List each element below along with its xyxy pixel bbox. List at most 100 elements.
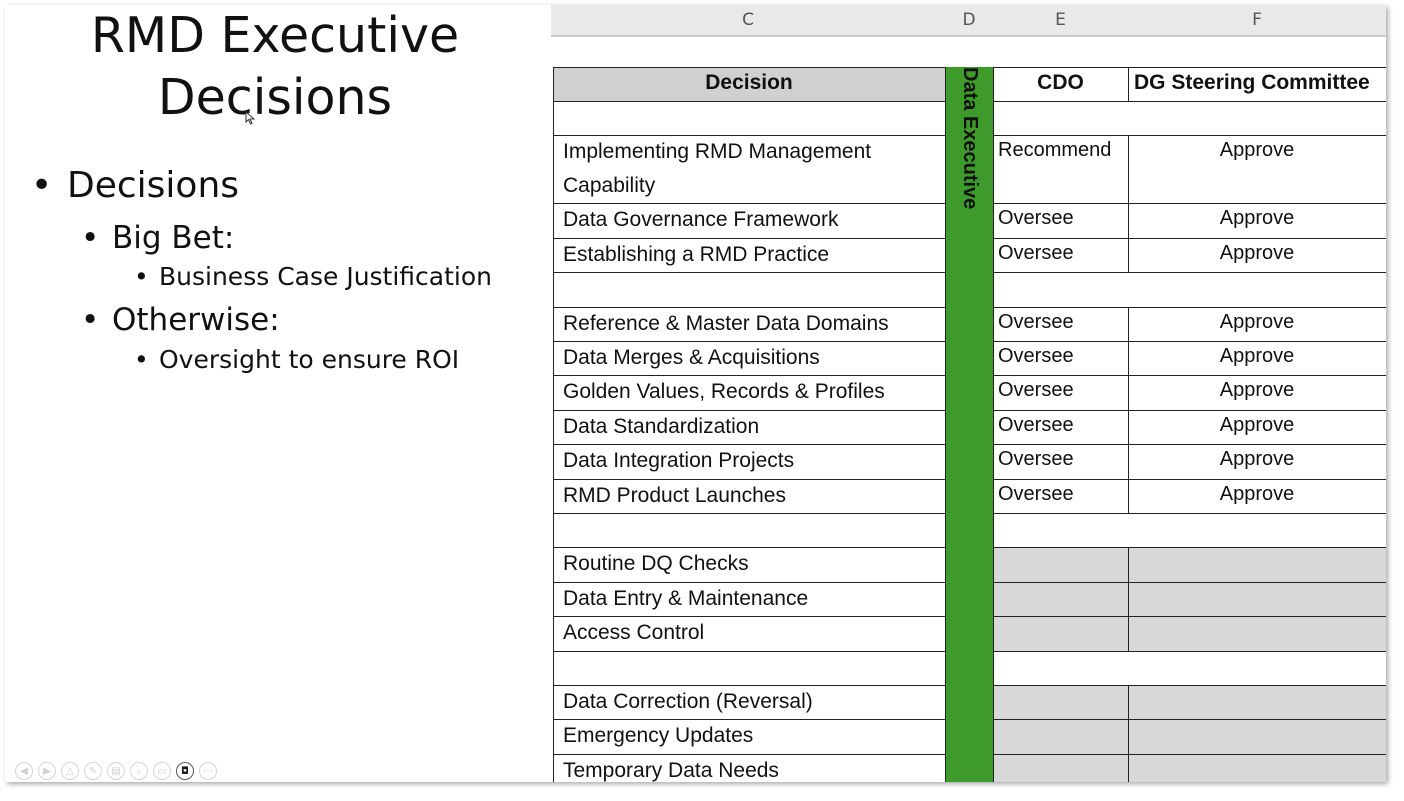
table-row-dg[interactable]: Approve bbox=[1128, 444, 1386, 478]
grid-line-horizontal bbox=[993, 341, 1386, 342]
table-row-cdo[interactable] bbox=[993, 272, 1128, 306]
table-row-decision[interactable]: RMD Product Launches bbox=[553, 479, 945, 513]
bullet-level-1: • Decisions bbox=[31, 165, 239, 206]
table-row-decision[interactable]: Golden Values, Records & Profiles bbox=[553, 375, 945, 409]
table-row-cdo[interactable]: Oversee bbox=[993, 410, 1128, 444]
pen-icon[interactable]: △ bbox=[61, 762, 79, 780]
table-row-dg[interactable] bbox=[1128, 272, 1386, 306]
column-header-d[interactable]: D bbox=[945, 5, 994, 37]
table-row-cdo[interactable] bbox=[993, 582, 1128, 616]
table-row-cdo[interactable] bbox=[993, 616, 1128, 650]
table-row-dg[interactable] bbox=[1128, 582, 1386, 616]
table-row-decision[interactable]: Access Control bbox=[553, 616, 945, 650]
grid-line-horizontal bbox=[993, 581, 1386, 583]
grid-line-vertical bbox=[1128, 135, 1129, 204]
grid-line-horizontal bbox=[553, 513, 945, 514]
table-row-dg[interactable] bbox=[1128, 513, 1386, 547]
table-row-cdo[interactable] bbox=[993, 101, 1128, 135]
table-row-decision[interactable]: Reference & Master Data Domains bbox=[553, 307, 945, 341]
grid-line-horizontal bbox=[993, 753, 1386, 755]
table-row-dg[interactable] bbox=[1128, 616, 1386, 650]
table-row-cdo[interactable] bbox=[993, 513, 1128, 547]
table-row-decision[interactable]: Data Standardization bbox=[553, 410, 945, 444]
table-row-cdo[interactable]: Oversee bbox=[993, 479, 1128, 513]
table-row-cdo[interactable] bbox=[993, 754, 1128, 782]
grid-line-horizontal bbox=[993, 616, 1386, 618]
grid-line-vertical bbox=[945, 67, 946, 782]
slides-icon[interactable]: ▤ bbox=[107, 762, 125, 780]
table-row-dg[interactable] bbox=[1128, 101, 1386, 135]
camera-icon[interactable]: ◘ bbox=[176, 762, 194, 780]
subtitles-icon[interactable]: ▭ bbox=[153, 762, 171, 780]
header-cdo[interactable]: CDO bbox=[993, 67, 1128, 101]
laser-icon[interactable]: ✎ bbox=[84, 762, 102, 780]
grid-line-vertical bbox=[1128, 753, 1129, 782]
grid-line-horizontal bbox=[993, 719, 1386, 721]
table-row-cdo[interactable]: Oversee bbox=[993, 444, 1128, 478]
table-row-dg[interactable]: Approve bbox=[1128, 375, 1386, 409]
table-row-dg[interactable] bbox=[1128, 685, 1386, 719]
table-row-dg[interactable] bbox=[1128, 719, 1386, 753]
table-row-dg[interactable]: Approve bbox=[1128, 307, 1386, 341]
grid-line-vertical bbox=[1128, 409, 1129, 445]
column-header-e[interactable]: E bbox=[993, 5, 1129, 37]
table-row-cdo[interactable]: Oversee bbox=[993, 375, 1128, 409]
grid-line-vertical bbox=[1128, 306, 1129, 341]
table-row-cdo[interactable]: Oversee bbox=[993, 341, 1128, 375]
header-decision[interactable]: Decision bbox=[553, 67, 945, 101]
table-row-decision[interactable]: Emergency Updates bbox=[553, 719, 945, 753]
table-row-dg[interactable] bbox=[1128, 754, 1386, 782]
table-row-decision[interactable]: Data Correction (Reversal) bbox=[553, 685, 945, 719]
table-row-cdo[interactable]: Oversee bbox=[993, 238, 1128, 272]
column-header-f[interactable]: F bbox=[1128, 5, 1386, 37]
header-dg-steering-committee[interactable]: DG Steering Committee bbox=[1128, 67, 1386, 101]
table-row-cdo[interactable]: Oversee bbox=[993, 203, 1128, 237]
grid-line-horizontal bbox=[553, 650, 945, 652]
table-row-cdo[interactable] bbox=[993, 651, 1128, 685]
grid-line-vertical bbox=[1128, 341, 1129, 376]
table-row-cdo[interactable] bbox=[993, 685, 1128, 719]
table-row-decision[interactable]: Establishing a RMD Practice bbox=[553, 238, 945, 272]
table-row-cdo[interactable] bbox=[993, 719, 1128, 753]
table-row-cdo[interactable]: Oversee bbox=[993, 307, 1128, 341]
more-icon[interactable]: ⋯ bbox=[199, 762, 217, 780]
grid-line-vertical bbox=[1128, 375, 1129, 410]
table-row-dg[interactable]: Approve bbox=[1128, 238, 1386, 272]
table-row-cdo[interactable]: Recommend bbox=[993, 135, 1128, 203]
bullet-dot-icon: • bbox=[134, 262, 149, 291]
bullet-text: Big Bet: bbox=[112, 220, 235, 256]
table-row-decision[interactable]: Implementing RMD Management Capability bbox=[553, 135, 945, 203]
table-row-dg[interactable] bbox=[1128, 547, 1386, 581]
column-header-c[interactable]: C bbox=[551, 5, 946, 37]
table-row-dg[interactable] bbox=[1128, 651, 1386, 685]
bullet-level-3: • Business Case Justification bbox=[134, 262, 492, 291]
spreadsheet[interactable]: C D E F Data Executive Decision CDO DG Ste… bbox=[551, 5, 1386, 782]
table-row-decision[interactable]: Temporary Data Needs bbox=[553, 754, 945, 782]
table-row-dg[interactable]: Approve bbox=[1128, 203, 1386, 237]
table-row-decision[interactable] bbox=[553, 651, 945, 685]
table-row-decision[interactable] bbox=[553, 101, 945, 135]
table-row-decision[interactable] bbox=[553, 272, 945, 306]
grid-line-horizontal bbox=[553, 685, 945, 686]
bullet-text: Decisions bbox=[67, 165, 240, 206]
table-row-decision[interactable]: Data Merges & Acquisitions bbox=[553, 341, 945, 375]
table-row-decision[interactable]: Data Governance Framework bbox=[553, 203, 945, 237]
previous-icon[interactable]: ◀ bbox=[15, 762, 33, 780]
grid-line-horizontal bbox=[553, 478, 945, 480]
table-row-decision[interactable] bbox=[553, 513, 945, 547]
table-row-dg[interactable]: Approve bbox=[1128, 479, 1386, 513]
table-row-decision[interactable]: Routine DQ Checks bbox=[553, 547, 945, 581]
grid-line-horizontal bbox=[993, 203, 1386, 205]
table-row-decision[interactable]: Data Integration Projects bbox=[553, 444, 945, 478]
table-row-dg[interactable]: Approve bbox=[1128, 341, 1386, 375]
next-icon[interactable]: ▶ bbox=[38, 762, 56, 780]
grid-line-horizontal bbox=[553, 135, 945, 137]
table-row-decision[interactable]: Data Entry & Maintenance bbox=[553, 582, 945, 616]
grid-line-vertical bbox=[1128, 67, 1129, 101]
table-row-dg[interactable]: Approve bbox=[1128, 410, 1386, 444]
zoom-icon[interactable]: ⌕ bbox=[130, 762, 148, 780]
table-row-dg[interactable]: Approve bbox=[1128, 135, 1386, 203]
grid-line-horizontal bbox=[553, 101, 945, 102]
grid-line-vertical bbox=[1128, 685, 1129, 720]
table-row-cdo[interactable] bbox=[993, 547, 1128, 581]
